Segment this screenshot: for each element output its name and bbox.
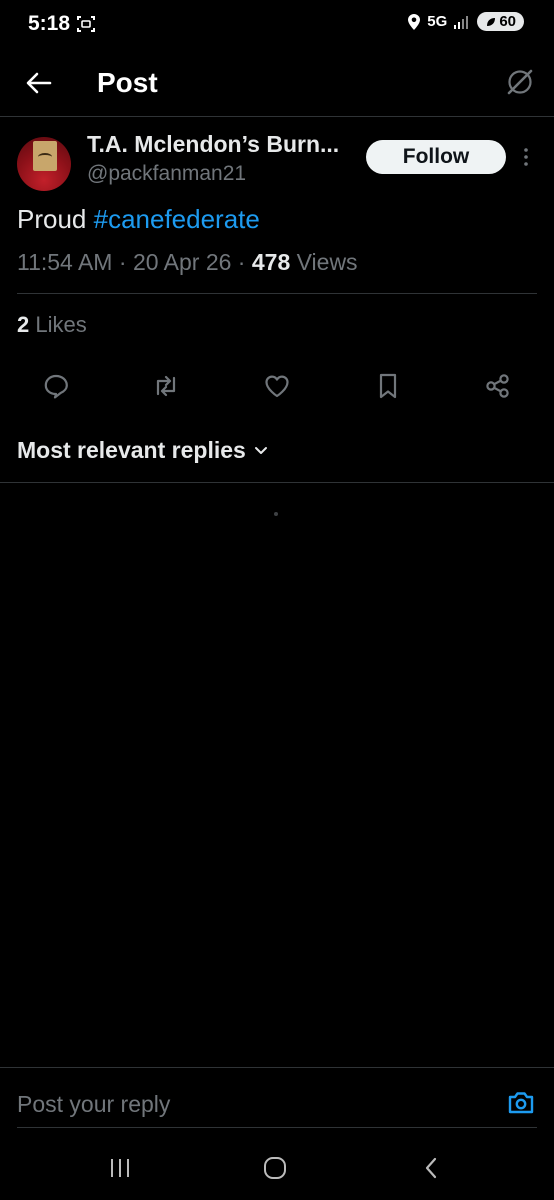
battery-saver-icon	[487, 17, 496, 26]
header-divider	[0, 116, 554, 117]
replies-divider	[0, 482, 554, 483]
author-handle[interactable]: @packfanman21	[87, 162, 246, 186]
status-indicators: 5G 60	[407, 12, 524, 31]
home-button[interactable]	[255, 1152, 295, 1184]
chevron-left-icon	[425, 1157, 437, 1179]
post-meta: 11:54 AM · 20 Apr 26 · 478 Views	[17, 249, 358, 275]
battery-level: 60	[499, 13, 516, 30]
reply-button[interactable]	[40, 370, 72, 402]
screenshot-icon	[76, 15, 96, 38]
post-time: 11:54 AM	[17, 249, 113, 275]
post-text: Proud #canefederate	[17, 204, 260, 235]
loading-indicator	[274, 512, 278, 516]
chevron-down-icon	[254, 446, 267, 454]
replies-sort-label: Most relevant replies	[17, 437, 246, 463]
post-date: 20 Apr 26	[132, 249, 232, 275]
hashtag-link[interactable]: #canefederate	[94, 204, 260, 234]
post-text-plain: Proud	[17, 204, 94, 234]
bookmark-button[interactable]	[372, 370, 404, 402]
reply-input[interactable]	[17, 1088, 487, 1120]
home-icon	[264, 1157, 286, 1179]
grok-icon	[507, 69, 533, 95]
location-icon	[408, 13, 421, 30]
likes-count: 2	[17, 312, 30, 337]
recent-apps-button[interactable]	[100, 1152, 140, 1184]
author-display-name[interactable]: T.A. Mclendon’s Burn...	[87, 131, 339, 158]
more-options-button[interactable]	[518, 145, 534, 169]
bookmark-icon	[379, 373, 397, 399]
page-title: Post	[97, 67, 158, 98]
heart-icon	[265, 375, 289, 398]
views-count: 478	[251, 249, 291, 275]
composer-top-divider	[0, 1067, 554, 1068]
share-button[interactable]	[482, 370, 514, 402]
camera-button[interactable]	[506, 1088, 536, 1118]
recent-apps-icon	[111, 1159, 129, 1177]
back-button[interactable]	[24, 68, 54, 98]
arrow-left-icon	[26, 72, 52, 94]
repost-button[interactable]	[150, 370, 182, 402]
avatar[interactable]	[17, 137, 71, 191]
network-type: 5G	[427, 13, 448, 30]
views-label: Views	[296, 249, 358, 275]
more-vertical-icon	[524, 148, 528, 166]
likes-stat[interactable]: 2 Likes	[17, 312, 87, 338]
grok-button[interactable]	[504, 66, 536, 98]
composer-underline	[17, 1127, 537, 1128]
repost-icon	[156, 375, 176, 397]
signal-icon	[454, 15, 469, 29]
like-button[interactable]	[261, 370, 293, 402]
stats-divider	[17, 293, 537, 294]
replies-sort-dropdown[interactable]: Most relevant replies	[17, 437, 268, 464]
likes-label: Likes	[35, 312, 87, 337]
camera-icon	[508, 1092, 534, 1114]
battery-indicator: 60	[477, 12, 524, 31]
follow-button[interactable]: Follow	[366, 140, 506, 174]
status-time: 5:18	[28, 12, 71, 35]
reply-icon	[44, 374, 68, 399]
system-back-button[interactable]	[411, 1152, 451, 1184]
share-icon	[486, 374, 509, 398]
